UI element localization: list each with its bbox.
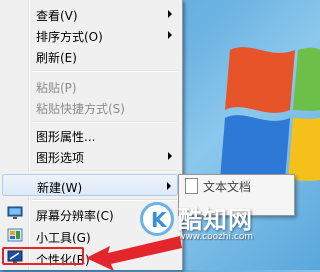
gadgets-icon bbox=[7, 228, 23, 242]
watermark-name: 酷知网 bbox=[178, 206, 253, 234]
menu-item-label: 小工具(G) bbox=[36, 231, 91, 245]
menu-item-label: 图形属性... bbox=[36, 130, 96, 144]
menu-item-new[interactable]: 新建(W) bbox=[2, 174, 178, 196]
menu-item-view[interactable]: 查看(V) bbox=[2, 3, 178, 25]
menu-item-label: 图形选项 bbox=[36, 151, 85, 165]
menu-separator bbox=[32, 70, 177, 72]
submenu-item-text-document[interactable]: 文本文档 bbox=[203, 178, 251, 195]
menu-item-label: 粘贴快捷方式(S) bbox=[36, 102, 125, 116]
menu-item-paste-shortcut: 粘贴快捷方式(S) bbox=[2, 96, 178, 118]
chevron-right-icon bbox=[168, 152, 172, 160]
menu-item-sort-by[interactable]: 排序方式(O) bbox=[2, 24, 178, 46]
chevron-right-icon bbox=[167, 182, 171, 190]
menu-item-graphics-options[interactable]: 图形选项 bbox=[2, 145, 178, 167]
menu-item-paste: 粘贴(P) bbox=[2, 75, 178, 97]
screen-resolution-icon bbox=[7, 206, 23, 219]
menu-separator bbox=[32, 121, 177, 123]
menu-item-label: 排序方式(O) bbox=[36, 30, 103, 44]
chevron-right-icon bbox=[168, 10, 172, 18]
menu-separator bbox=[32, 170, 177, 172]
annotation-arrow bbox=[86, 236, 182, 271]
menu-item-label: 新建(W) bbox=[37, 181, 83, 195]
annotation-highlight-box bbox=[2, 247, 84, 265]
menu-item-label: 刷新(E) bbox=[36, 51, 77, 65]
menu-item-label: 粘贴(P) bbox=[36, 81, 77, 95]
menu-item-graphics-properties[interactable]: 图形属性... bbox=[2, 124, 178, 146]
chevron-right-icon bbox=[168, 31, 172, 39]
watermark-url: www.coozhi.com bbox=[178, 232, 254, 242]
text-document-icon bbox=[185, 178, 198, 194]
menu-item-refresh[interactable]: 刷新(E) bbox=[2, 45, 178, 67]
menu-item-label: 查看(V) bbox=[36, 9, 78, 23]
